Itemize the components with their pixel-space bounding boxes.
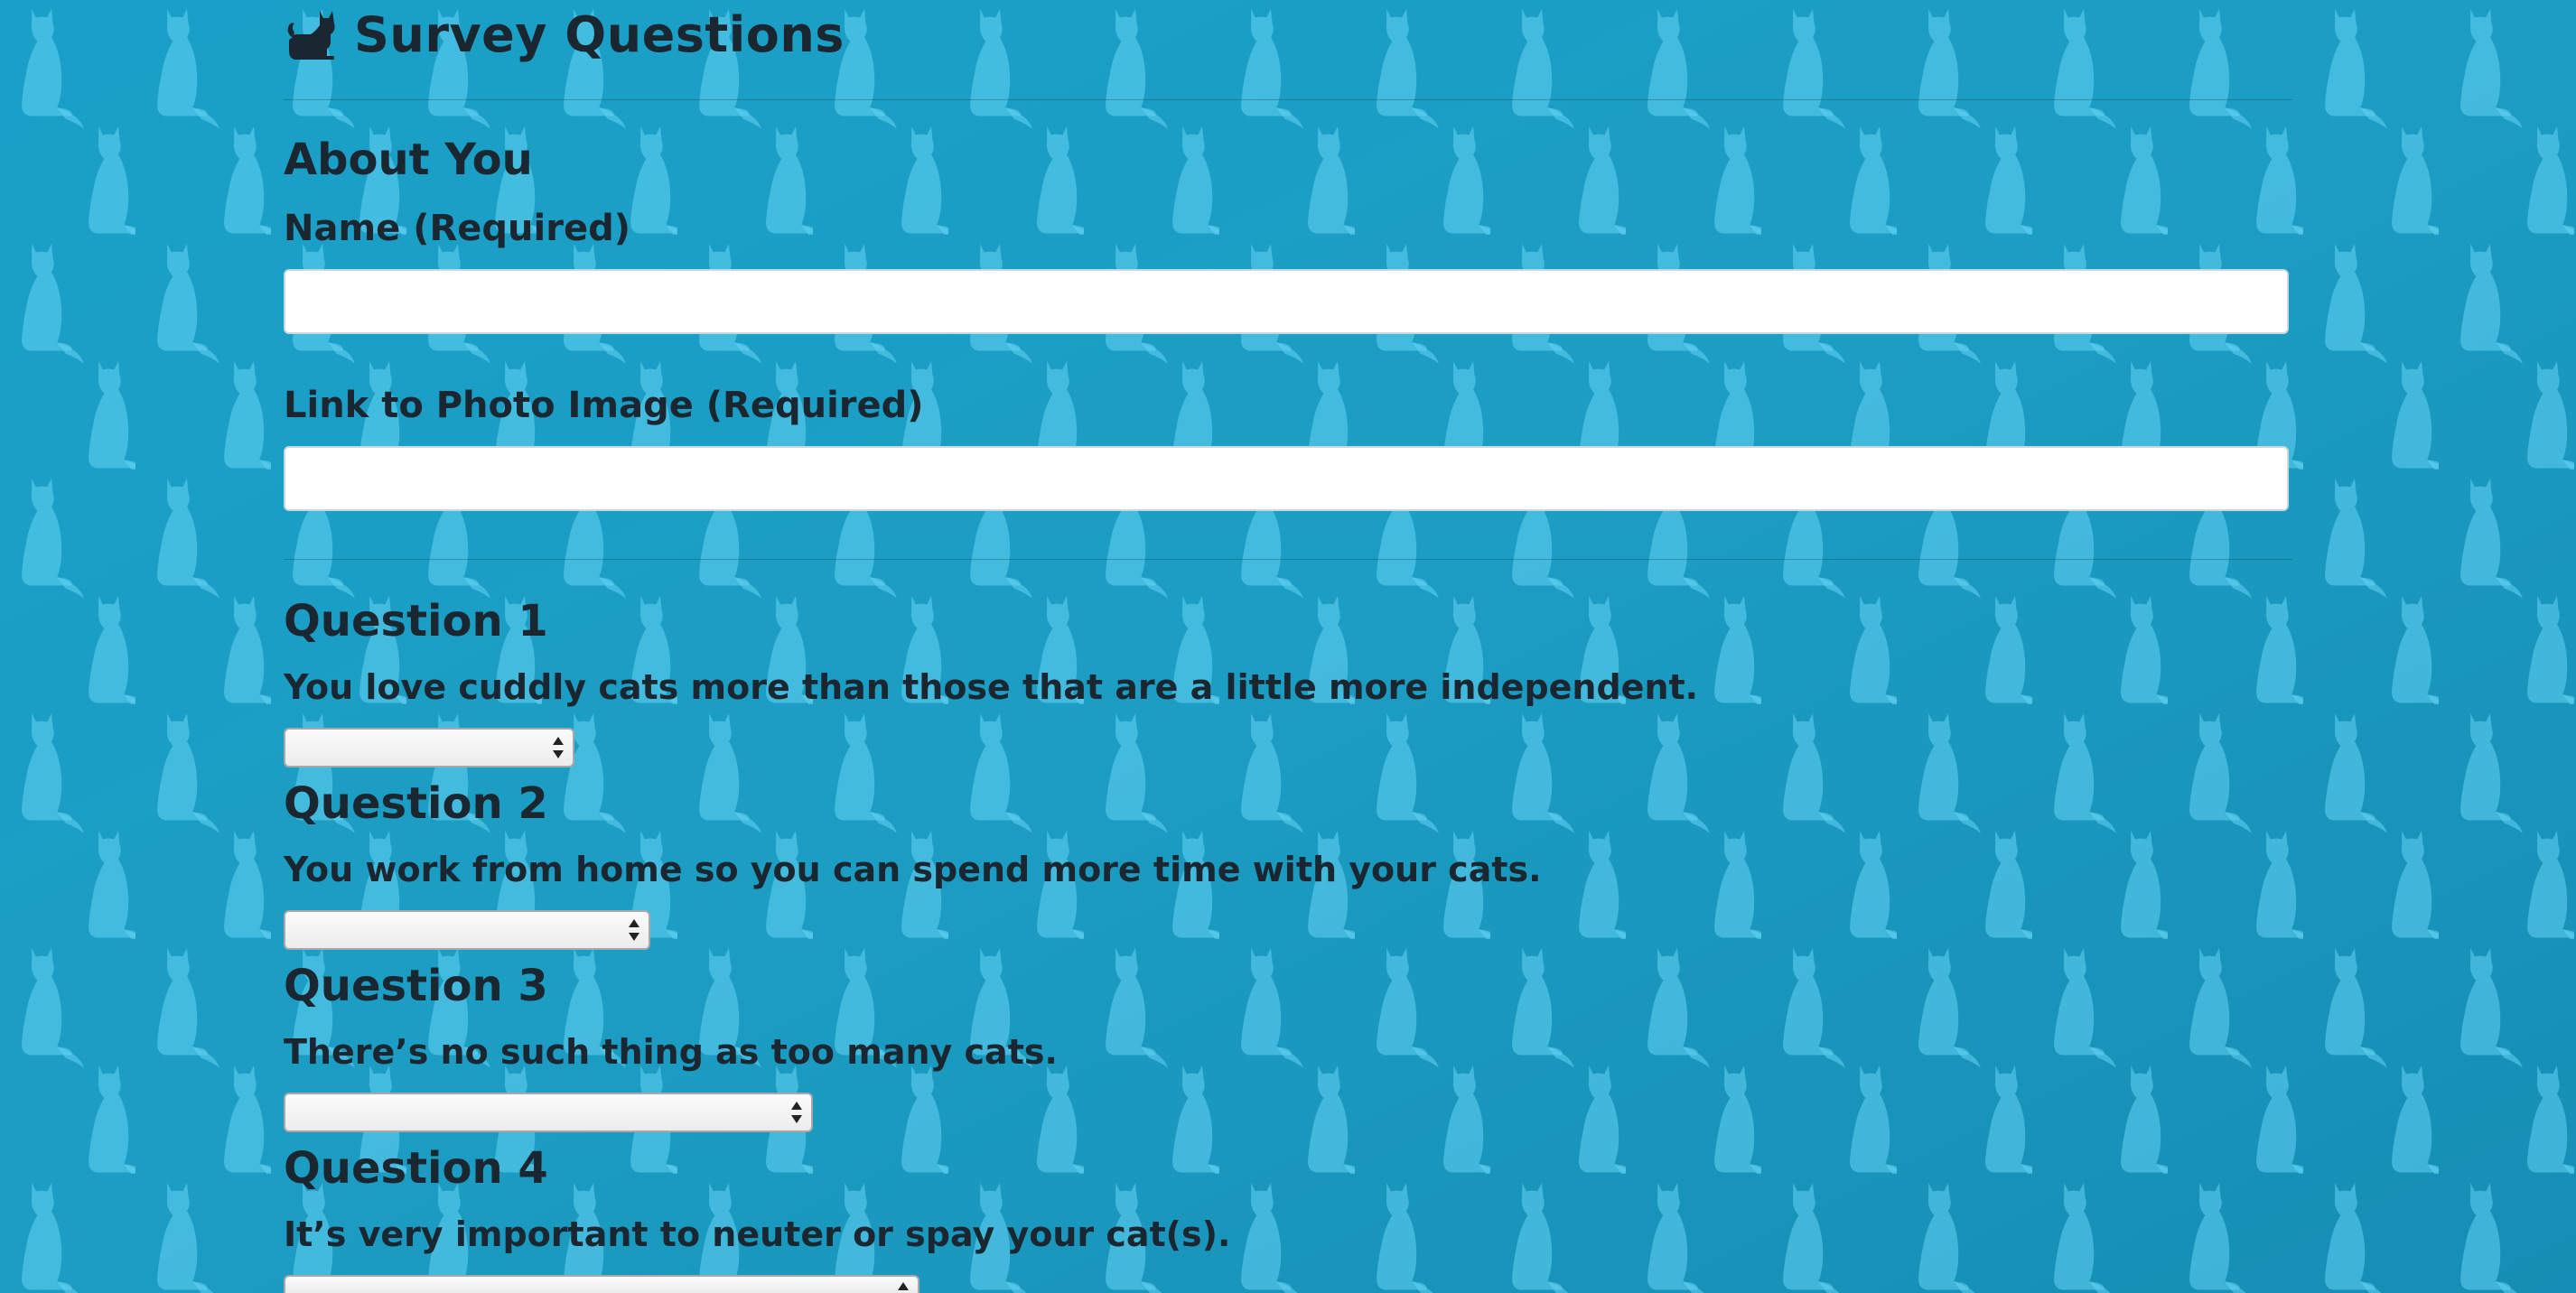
photo-link-input[interactable] [284, 446, 2289, 511]
divider [284, 559, 2292, 560]
select-arrows-icon [629, 919, 639, 941]
cat-icon [287, 11, 335, 60]
divider [284, 99, 2292, 100]
select-arrows-icon [898, 1282, 909, 1290]
select-arrows-icon [791, 1102, 802, 1123]
question-1-text: You love cuddly cats more than those tha… [284, 667, 1699, 707]
question-3-text: There’s no such thing as too many cats. [284, 1032, 1058, 1072]
photo-link-label: Link to Photo Image (Required) [284, 385, 924, 426]
question-4-text: It’s very important to neuter or spay yo… [284, 1214, 1231, 1254]
page-title: Survey Questions [284, 5, 845, 63]
question-1-select[interactable] [284, 728, 574, 767]
question-2-heading: Question 2 [284, 778, 548, 829]
name-input[interactable] [284, 269, 2289, 334]
question-4-select[interactable] [284, 1275, 919, 1293]
question-4-heading: Question 4 [284, 1143, 548, 1194]
question-2-select[interactable] [284, 910, 650, 950]
question-2-text: You work from home so you can spend more… [284, 850, 1542, 889]
question-3-select[interactable] [284, 1093, 813, 1132]
about-you-heading: About You [284, 135, 533, 185]
select-arrows-icon [553, 737, 564, 758]
question-1-heading: Question 1 [284, 596, 548, 646]
question-3-heading: Question 3 [284, 961, 548, 1011]
name-label: Name (Required) [284, 208, 631, 249]
page-title-text: Survey Questions [354, 5, 845, 63]
